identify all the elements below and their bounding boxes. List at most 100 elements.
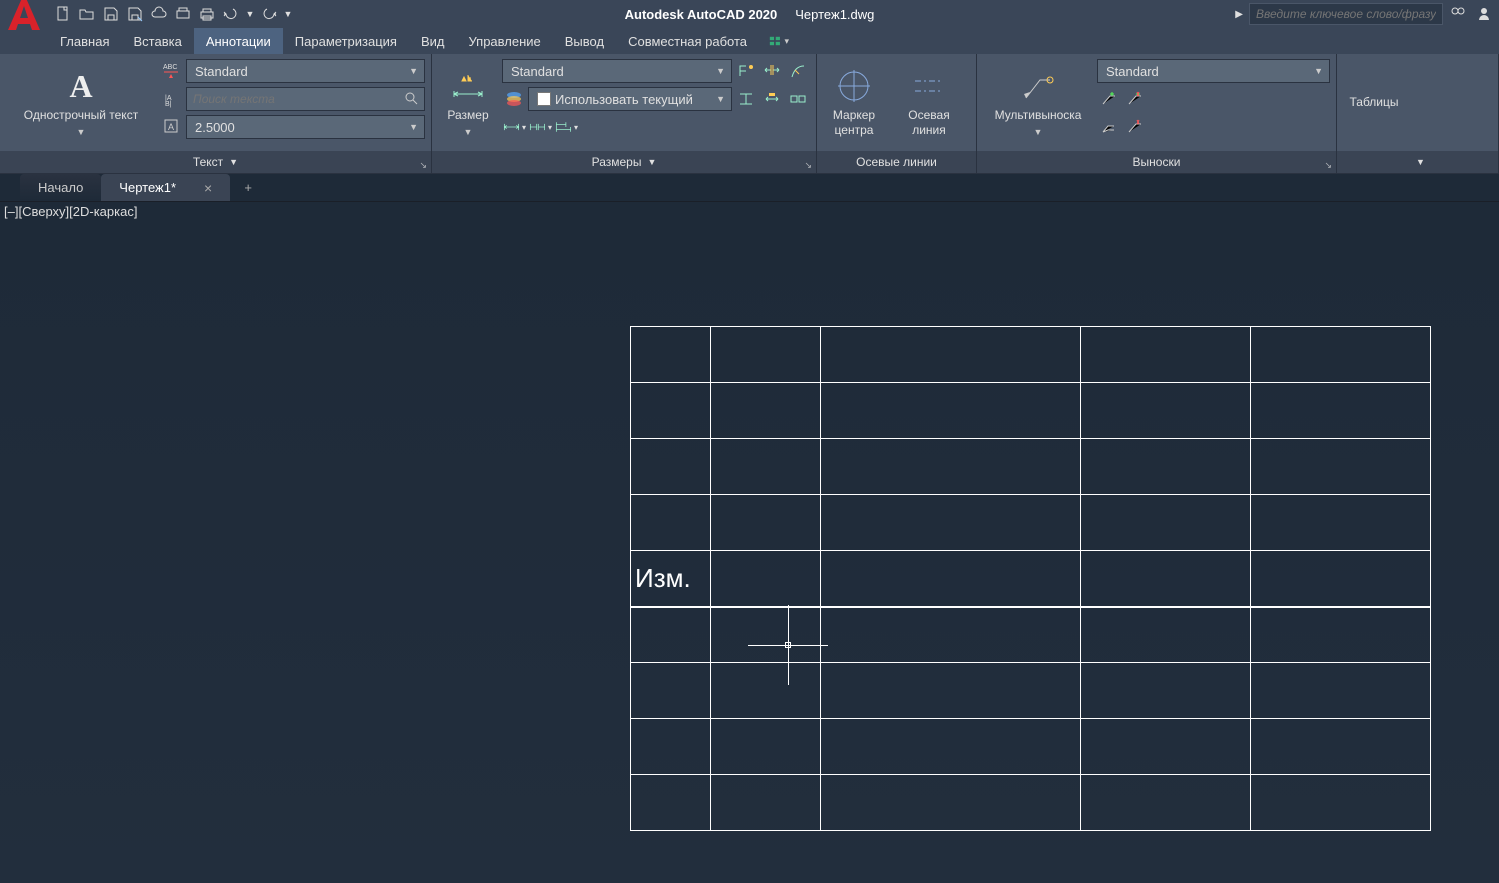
remove-leader-icon[interactable] <box>1123 87 1147 111</box>
chevron-down-icon: ▼ <box>716 94 725 104</box>
leader-style-dropdown[interactable]: Standard ▼ <box>1097 59 1330 83</box>
tab-parametric[interactable]: Параметризация <box>283 28 409 54</box>
plot-icon[interactable] <box>172 3 194 25</box>
find-text-input[interactable] <box>193 92 418 106</box>
text-height-icon[interactable]: A <box>160 115 184 139</box>
dimension-icon <box>450 68 486 104</box>
tab-home[interactable]: Главная <box>48 28 121 54</box>
dropdown-value: 2.5000 <box>195 120 235 135</box>
tab-view[interactable]: Вид <box>409 28 457 54</box>
centerline-button[interactable]: Осевая линия <box>889 58 969 147</box>
panel-label-text[interactable]: Текст ▼ ↘ <box>0 151 431 173</box>
center-mark-button[interactable]: Маркер центра <box>823 58 885 147</box>
dim-tool1-icon[interactable] <box>734 59 758 83</box>
panel-label-leaders[interactable]: Выноски ↘ <box>977 151 1336 173</box>
text-style-dropdown[interactable]: Standard ▼ <box>186 59 425 83</box>
center-mark-icon <box>836 68 872 104</box>
tab-annotate[interactable]: Аннотации <box>194 28 283 54</box>
text-icon: A <box>63 68 99 104</box>
chevron-down-icon: ▼ <box>647 157 656 167</box>
dim-tool3-icon[interactable] <box>786 59 810 83</box>
tab-label: Вставка <box>133 34 181 49</box>
search-help-input[interactable] <box>1256 7 1436 21</box>
search-help-box[interactable] <box>1249 3 1443 25</box>
dim-layer-dropdown[interactable]: Использовать текущий ▼ <box>528 87 732 111</box>
cloud-icon[interactable] <box>148 3 170 25</box>
undo-dropdown-icon[interactable]: ▼ <box>244 3 256 25</box>
panel-text: A Однострочный текст ▼ ABC Standard ▼ |A… <box>0 54 432 173</box>
label-text: Текст <box>193 155 223 169</box>
chevron-down-icon: ▼ <box>716 66 725 76</box>
new-icon[interactable] <box>52 3 74 25</box>
find-text-input-box[interactable] <box>186 87 425 111</box>
drawing-viewport[interactable]: [–][Сверху][2D-каркас] Изм. <box>0 202 1499 883</box>
baseline-dim-icon[interactable]: ▾ <box>554 115 578 139</box>
dimension-button[interactable]: Размер ▼ <box>438 58 498 147</box>
multileader-button[interactable]: Мультивыноска ▼ <box>983 58 1093 147</box>
dropdown-value: Standard <box>1106 64 1159 79</box>
dim-tool6-icon[interactable] <box>786 87 810 111</box>
search-icon[interactable] <box>404 91 418 108</box>
continue-dim-icon[interactable]: ▾ <box>528 115 552 139</box>
text-height-dropdown[interactable]: 2.5000 ▼ <box>186 115 425 139</box>
redo-dropdown-icon[interactable]: ▼ <box>282 3 294 25</box>
drawing-tab[interactable]: Чертеж1* × <box>101 174 230 201</box>
button-label: Размер <box>447 108 488 122</box>
linear-dim-icon[interactable]: ▾ <box>502 115 526 139</box>
print-icon[interactable] <box>196 3 218 25</box>
button-label: Осевая линия <box>897 108 961 137</box>
dim-tool2-icon[interactable] <box>760 59 784 83</box>
dim-options-column: Standard ▼ Использовать текущий ▼ <box>502 58 810 147</box>
quick-access-toolbar: ▼ ▼ <box>52 3 294 25</box>
dim-tool4-icon[interactable] <box>734 87 758 111</box>
chevron-down-icon: ▼ <box>464 127 473 137</box>
tab-label: Вывод <box>565 34 604 49</box>
panel-label-centerlines[interactable]: Осевые линии <box>817 151 976 173</box>
redo-icon[interactable] <box>258 3 280 25</box>
title-bar: ▼ ▼ Autodesk AutoCAD 2020 Чертеж1.dwg ▶ <box>0 0 1499 28</box>
dialog-launcher-icon[interactable]: ↘ <box>419 160 427 171</box>
single-line-text-button[interactable]: A Однострочный текст ▼ <box>6 58 156 147</box>
tab-label: Начало <box>38 180 83 195</box>
saveas-icon[interactable] <box>124 3 146 25</box>
tab-collaborate[interactable]: Совместная работа <box>616 28 759 54</box>
start-tab[interactable]: Начало <box>20 174 101 201</box>
collect-leader-icon[interactable] <box>1123 115 1147 139</box>
tab-output[interactable]: Вывод <box>553 28 616 54</box>
tab-label: Главная <box>60 34 109 49</box>
close-icon[interactable]: × <box>204 180 212 196</box>
align-leader-icon[interactable] <box>1097 115 1121 139</box>
dialog-launcher-icon[interactable]: ↘ <box>804 160 812 171</box>
find-text-icon[interactable]: |AB| <box>160 87 184 111</box>
chevron-down-icon: ▼ <box>409 66 418 76</box>
title-center: Autodesk AutoCAD 2020 Чертеж1.dwg <box>625 7 875 22</box>
text-options-column: ABC Standard ▼ |AB| A 2.500 <box>160 58 425 147</box>
tab-featured-apps-icon[interactable]: ▾ <box>769 28 789 54</box>
panel-content: Мультивыноска ▼ Standard ▼ <box>977 54 1336 151</box>
account-icon[interactable] <box>1473 3 1495 25</box>
dropdown-value: Standard <box>195 64 248 79</box>
tab-insert[interactable]: Вставка <box>121 28 193 54</box>
document-title: Чертеж1.dwg <box>795 7 874 22</box>
text-style-icon[interactable]: ABC <box>160 59 184 83</box>
dim-tool5-icon[interactable] <box>760 87 784 111</box>
app-logo-icon[interactable] <box>4 0 44 34</box>
layer-filter-icon[interactable] <box>502 87 526 111</box>
panel-label-dimensions[interactable]: Размеры ▼ ↘ <box>432 151 816 173</box>
signin-icon[interactable] <box>1447 3 1469 25</box>
undo-icon[interactable] <box>220 3 242 25</box>
add-leader-icon[interactable] <box>1097 87 1121 111</box>
color-swatch <box>537 92 551 106</box>
panel-label-tables[interactable]: ▼ <box>1337 151 1498 173</box>
dim-style-dropdown[interactable]: Standard ▼ <box>502 59 732 83</box>
tables-button[interactable]: Таблицы <box>1343 58 1405 147</box>
open-icon[interactable] <box>76 3 98 25</box>
save-icon[interactable] <box>100 3 122 25</box>
title-block-table: Изм. <box>630 326 1431 831</box>
svg-text:ABC: ABC <box>163 64 177 71</box>
new-drawing-tab-button[interactable]: + <box>234 174 262 201</box>
dialog-launcher-icon[interactable]: ↘ <box>1324 160 1332 171</box>
chevron-down-icon: ▼ <box>1416 157 1425 167</box>
tab-manage[interactable]: Управление <box>456 28 552 54</box>
viewport-controls[interactable]: [–][Сверху][2D-каркас] <box>4 204 137 219</box>
